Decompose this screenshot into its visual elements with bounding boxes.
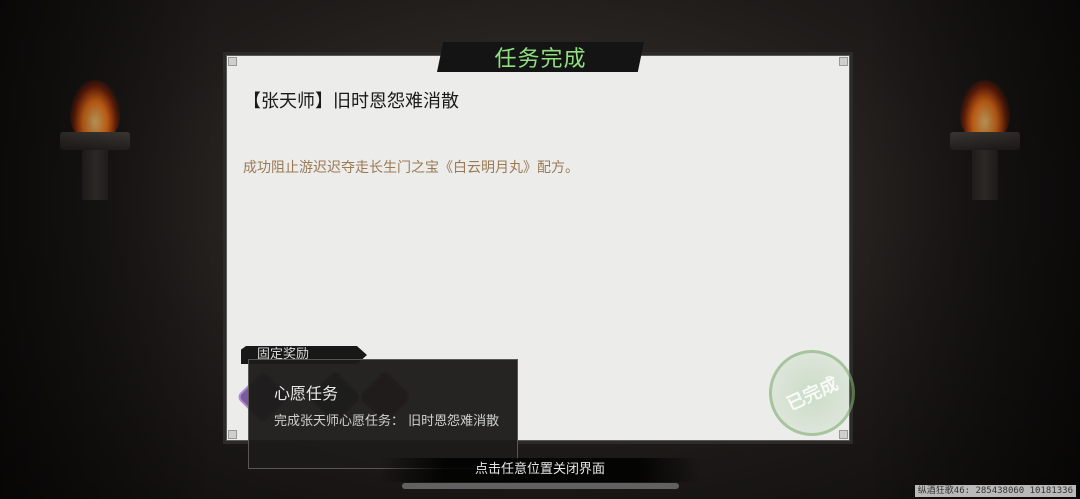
dialog-title-banner: 任务完成 bbox=[437, 42, 644, 72]
tooltip-text: 完成张天师心愿任务： 旧时恩怨难消散 bbox=[274, 414, 500, 429]
dialog-title: 任务完成 bbox=[494, 47, 587, 72]
completed-stamp-text: 已完成 bbox=[783, 373, 842, 416]
tooltip-title: 心愿任务 bbox=[274, 384, 339, 403]
close-hint[interactable]: 点击任意位置关闭界面 bbox=[380, 458, 700, 482]
home-indicator[interactable] bbox=[402, 483, 679, 489]
quest-description: 成功阻止游迟迟夺走长生门之宝《白云明月丸》配方。 bbox=[243, 160, 579, 176]
watermark: 纵酒狂歌46: 285438060 10181336 bbox=[914, 485, 1076, 497]
reward-tooltip: 心愿任务 完成张天师心愿任务： 旧时恩怨难消散 bbox=[248, 359, 518, 469]
quest-name: 【张天师】旧时恩怨难消散 bbox=[243, 91, 459, 112]
